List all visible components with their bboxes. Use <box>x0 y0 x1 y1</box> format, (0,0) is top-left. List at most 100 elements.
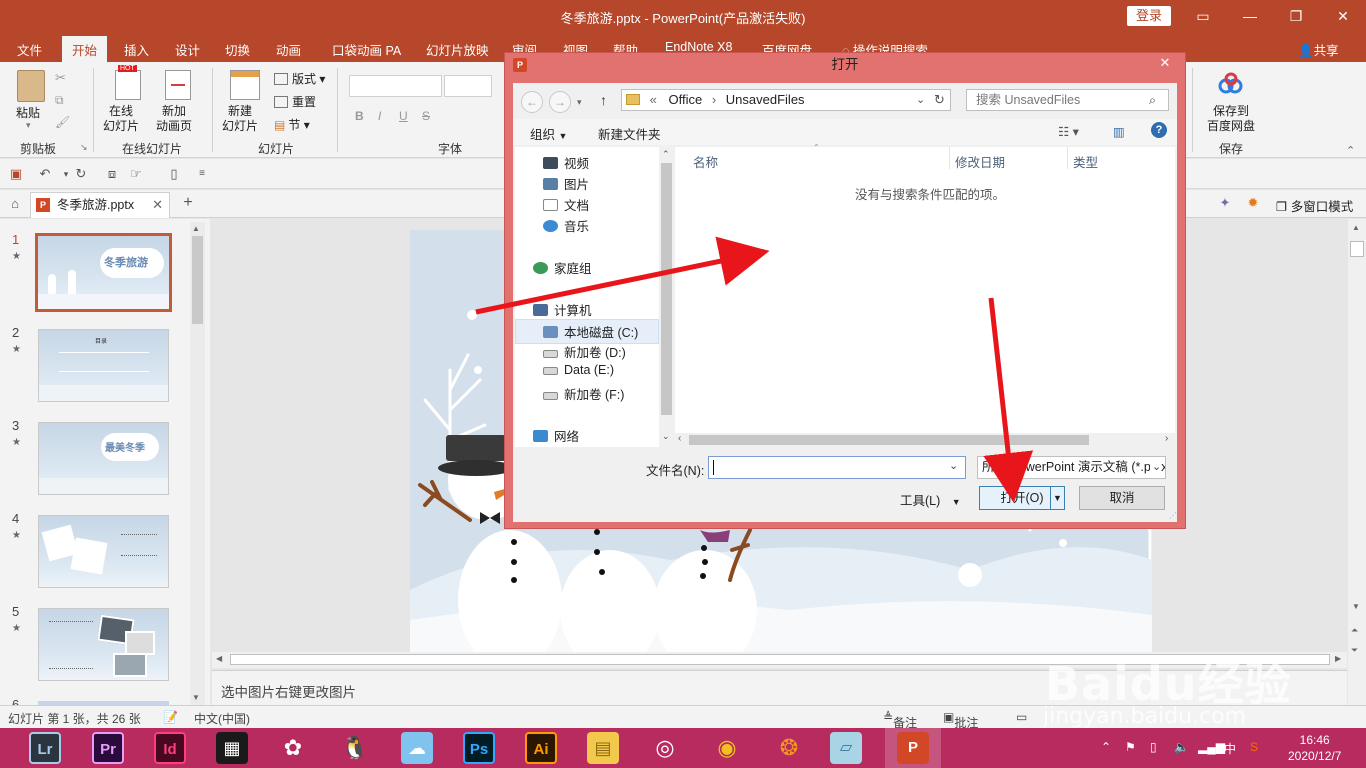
app-orange-icon[interactable]: ❂ <box>773 732 805 764</box>
section-button[interactable]: ▤ 节 ▾ <box>274 116 310 133</box>
paste-icon[interactable] <box>17 70 45 102</box>
ime-indicator[interactable]: 中 <box>1224 740 1236 757</box>
font-size-select[interactable] <box>444 75 492 97</box>
login-button[interactable]: 登录 <box>1127 6 1171 26</box>
scroll-thumb[interactable] <box>661 163 672 415</box>
tree-item-network[interactable]: 网络 <box>533 426 579 445</box>
scroll-right-icon[interactable]: ▶ <box>1335 654 1341 663</box>
normal-view-icon[interactable]: ▭ <box>1016 710 1027 724</box>
online-slide-icon[interactable]: HOT <box>115 65 141 100</box>
customize-qat-icon[interactable]: ≡ <box>194 166 210 182</box>
file-list[interactable]: 名称 ⌃ 修改日期 类型 没有与搜索条件匹配的项。 <box>675 143 1175 433</box>
strikethrough-button[interactable]: S <box>422 109 430 123</box>
restore-icon[interactable]: ❐ <box>1286 6 1306 26</box>
file-explorer-icon[interactable]: ▤ <box>587 732 619 764</box>
multi-window-button[interactable]: ❐ 多窗口模式 <box>1276 196 1353 215</box>
illustrator-icon[interactable]: Ai <box>525 732 557 764</box>
column-separator[interactable] <box>949 147 950 169</box>
scroll-down-icon[interactable]: ⌄ <box>662 431 670 442</box>
prev-slide-icon[interactable]: ⏶ <box>1351 625 1358 636</box>
new-animation-icon[interactable] <box>165 70 191 100</box>
qq-icon[interactable]: 🐧 <box>339 732 371 764</box>
home-icon[interactable]: ⌂ <box>7 196 23 212</box>
undo-icon[interactable]: ↶ <box>37 166 53 182</box>
tree-item-drive-e[interactable]: Data (E:) <box>543 363 614 377</box>
filetype-select[interactable]: 所有 PowerPoint 演示文稿 (*.pptx) ⌄ <box>977 456 1166 479</box>
redo-icon[interactable]: ↻ <box>73 166 89 182</box>
open-dropdown-icon[interactable]: ▼ <box>1050 487 1064 509</box>
new-animation-button[interactable]: 新加 动画页 <box>156 104 192 134</box>
undo-dropdown-icon[interactable]: ▾ <box>58 166 74 182</box>
ribbon-display-icon[interactable]: ▭ <box>1193 6 1213 26</box>
tree-item-drive-f[interactable]: 新加卷 (F:) <box>543 384 624 403</box>
notes-button[interactable]: ≜ 备注 <box>883 710 917 730</box>
preview-pane-icon[interactable]: ▥ <box>1113 124 1125 139</box>
help-icon[interactable]: ? <box>1151 122 1167 138</box>
search-icon[interactable]: ⌕ <box>1149 90 1156 110</box>
browser-app-icon[interactable]: ◎ <box>649 732 681 764</box>
up-folder-icon[interactable]: ↑ <box>600 92 607 108</box>
touch-mode-icon[interactable]: ☞ <box>128 166 144 182</box>
italic-button[interactable]: I <box>378 109 381 123</box>
paste-dropdown-icon[interactable]: ▾ <box>26 120 31 131</box>
reset-button[interactable]: 重置 <box>274 93 316 110</box>
resize-grip-icon[interactable]: ⋰ <box>1169 511 1177 520</box>
tree-item-pictures[interactable]: 图片 <box>543 174 589 193</box>
back-icon[interactable]: ← <box>521 91 543 113</box>
underline-button[interactable]: U <box>399 109 408 123</box>
column-date[interactable]: 修改日期 <box>955 152 1005 171</box>
scroll-up-icon[interactable]: ▲ <box>192 224 200 233</box>
baidu-cloud-icon[interactable] <box>1218 72 1244 96</box>
scroll-thumb[interactable] <box>192 236 203 324</box>
photoshop-icon[interactable]: Ps <box>463 732 495 764</box>
filename-dropdown-icon[interactable]: ⌄ <box>949 459 958 472</box>
scroll-left-icon[interactable]: ‹ <box>678 433 681 444</box>
new-slide-icon[interactable] <box>230 70 260 100</box>
column-separator[interactable] <box>1067 147 1068 169</box>
path-prefix[interactable]: « <box>650 92 657 107</box>
tab-slideshow[interactable]: 幻灯片放映 <box>426 40 489 59</box>
tab-insert[interactable]: 插入 <box>124 40 149 59</box>
pinwheel-app-icon[interactable]: ✿ <box>277 732 309 764</box>
breadcrumb-unsavedfiles[interactable]: UnsavedFiles <box>726 92 805 107</box>
indesign-icon[interactable]: Id <box>154 732 186 764</box>
tree-item-documents[interactable]: 文档 <box>543 195 589 214</box>
clock[interactable]: 16:46 2020/12/7 <box>1288 732 1341 764</box>
cut-icon[interactable]: ✂ <box>55 70 66 86</box>
document-tab[interactable]: P 冬季旅游.pptx ✕ <box>30 192 170 218</box>
thumbnail-scrollbar[interactable]: ▲ ▼ <box>190 222 205 705</box>
close-tab-icon[interactable]: ✕ <box>152 193 163 217</box>
scroll-thumb[interactable] <box>1350 241 1364 257</box>
flag-icon[interactable]: ⚑ <box>1125 740 1136 754</box>
new-tab-icon[interactable]: + <box>180 195 196 211</box>
tab-home[interactable]: 开始 <box>62 36 108 62</box>
online-slide-button[interactable]: 在线 幻灯片 <box>103 104 139 134</box>
tree-item-videos[interactable]: 视频 <box>543 153 589 172</box>
scroll-left-icon[interactable]: ◀ <box>216 654 222 663</box>
tab-transitions[interactable]: 切换 <box>225 40 250 59</box>
format-painter-icon[interactable]: 🖌 <box>55 115 70 129</box>
filename-input[interactable]: ⌄ <box>708 456 966 479</box>
power-icon[interactable]: ▯ <box>1150 740 1157 754</box>
dialog-launcher-icon[interactable]: ↘ <box>80 142 88 153</box>
breadcrumb-office[interactable]: Office <box>668 92 702 107</box>
tray-expand-icon[interactable]: ⌃ <box>1101 740 1111 754</box>
spellcheck-icon[interactable]: 📝 <box>163 710 178 724</box>
scroll-down-icon[interactable]: ▼ <box>1352 602 1360 611</box>
comments-button[interactable]: ▣ 批注 <box>943 710 978 730</box>
font-name-select[interactable] <box>349 75 442 97</box>
history-dropdown-icon[interactable]: ▾ <box>577 97 582 108</box>
tab-file[interactable]: 文件 <box>17 40 42 59</box>
save-to-baidu-button[interactable]: 保存到 百度网盘 <box>1207 104 1255 134</box>
tree-item-drive-c[interactable]: 本地磁盘 (C:) <box>515 319 659 344</box>
view-menu-icon[interactable]: ☷ ▾ <box>1058 124 1079 139</box>
tree-scrollbar[interactable]: ⌃ ⌄ <box>659 147 674 447</box>
new-slide-button[interactable]: 新建 幻灯片 <box>222 104 258 134</box>
next-slide-icon[interactable]: ⏷ <box>1351 645 1358 656</box>
tab-pocket-animation[interactable]: 口袋动画 PA <box>332 40 401 59</box>
scroll-down-icon[interactable]: ▼ <box>192 693 200 702</box>
address-bar[interactable]: « Office › UnsavedFiles ⌄ ↻ <box>621 89 951 111</box>
file-list-hscrollbar[interactable]: ‹ › <box>675 433 1175 447</box>
layout-button[interactable]: 版式 ▾ <box>274 70 325 87</box>
collapse-ribbon-icon[interactable]: ⌃ <box>1346 144 1355 157</box>
